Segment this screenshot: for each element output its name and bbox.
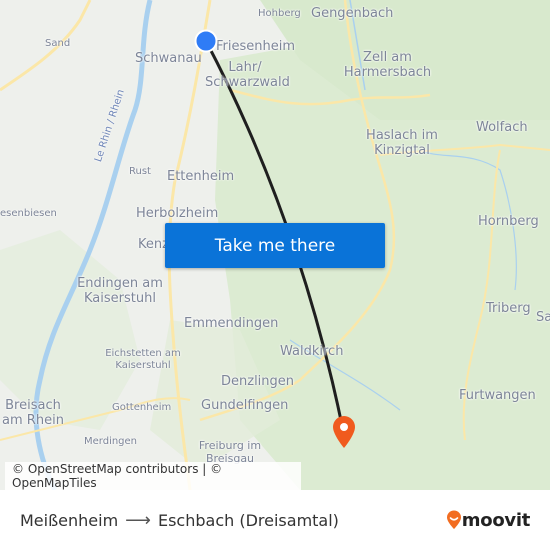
map-label: Denzlingen — [221, 374, 295, 389]
map-label: Herbolzheim — [136, 206, 219, 221]
map-label: Sa — [536, 310, 550, 325]
map-label: Eichstetten am Kaiserstuhl — [103, 348, 183, 371]
map-label-line: Freiburg im — [198, 439, 262, 452]
map-label: Waldkirch — [280, 344, 344, 359]
moovit-pin-icon — [446, 510, 461, 529]
map-label-line: Kinzigtal — [374, 142, 430, 158]
map[interactable]: Hohberg Gengenbach Sand Schwanau Friesen… — [0, 0, 550, 490]
map-label-line: Kaiserstuhl — [115, 359, 171, 371]
map-label: Wolfach — [476, 120, 528, 135]
map-label: Zell am Harmersbach — [340, 50, 435, 81]
map-label: Rust — [129, 166, 151, 177]
origin-name: Meißenheim — [20, 510, 119, 530]
map-label: esenbiesen — [0, 208, 57, 219]
destination-pin-icon[interactable] — [331, 415, 357, 449]
map-label-line: Schwarzwald — [205, 74, 290, 90]
map-label: Furtwangen — [459, 388, 536, 403]
map-label-line: Endingen am — [77, 276, 163, 291]
route-summary: Meißenheim ⟶ Eschbach (Dreisamtal) — [20, 490, 339, 550]
map-label-line: am Rhein — [2, 412, 64, 428]
take-me-there-button[interactable]: Take me there — [165, 223, 385, 268]
map-label: Merdingen — [84, 436, 138, 447]
map-label: Haslach im Kinzigtal — [362, 128, 442, 159]
map-label: Endingen am Kaiserstuhl — [75, 276, 165, 307]
arrow-right-icon: ⟶ — [125, 509, 151, 531]
map-label: Gengenbach — [311, 6, 394, 21]
map-label: Gundelfingen — [201, 398, 289, 413]
map-label: Hohberg — [258, 8, 301, 19]
map-label-line: Kaiserstuhl — [84, 290, 156, 306]
map-label-line: Lahr/ — [228, 60, 262, 75]
map-label: Emmendingen — [184, 316, 279, 331]
map-label: Ettenheim — [167, 169, 235, 184]
map-label-line: Eichstetten am — [105, 348, 181, 359]
moovit-wordmark: moovit — [461, 509, 531, 531]
map-label: Gottenheim — [112, 402, 172, 413]
moovit-logo: moovit — [446, 507, 530, 533]
destination-name: Eschbach (Dreisamtal) — [157, 510, 339, 530]
map-label-line: Harmersbach — [343, 64, 432, 80]
map-label: Breisach am Rhein — [0, 398, 66, 429]
map-label-line: Haslach im — [366, 128, 438, 143]
map-label: Schwanau — [135, 51, 202, 66]
map-label: Lahr/ Schwarzwald — [205, 60, 290, 91]
origin-dot-icon[interactable] — [194, 29, 218, 53]
map-label-line: Zell am — [363, 50, 412, 65]
map-label: Friesenheim — [216, 39, 296, 54]
footer: Meißenheim ⟶ Eschbach (Dreisamtal) moovi… — [0, 490, 550, 550]
map-label: Sand — [45, 38, 71, 49]
map-attribution[interactable]: © OpenStreetMap contributors | © OpenMap… — [5, 462, 301, 490]
map-label: Hornberg — [478, 214, 539, 229]
map-label: Triberg — [486, 301, 531, 316]
map-label-line: Breisach — [5, 398, 61, 413]
